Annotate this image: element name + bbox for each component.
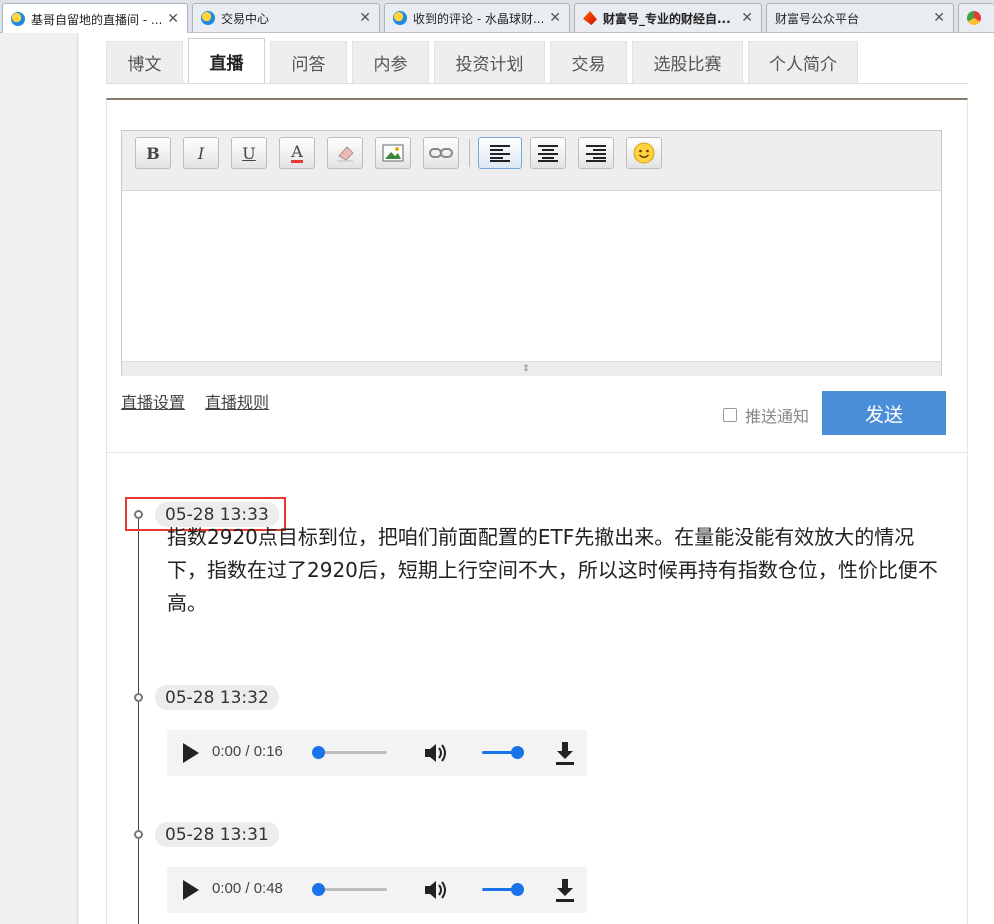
volume-slider[interactable] [482, 746, 524, 759]
tab-live[interactable]: 直播 [188, 38, 265, 83]
timeline-dot [134, 693, 143, 702]
ie-icon [11, 12, 25, 26]
eraser-icon [337, 146, 354, 162]
browser-tab[interactable]: 财富号_专业的财经自... ✕ [574, 3, 762, 32]
bold-button[interactable]: B [135, 137, 171, 169]
close-icon[interactable]: ✕ [549, 10, 561, 26]
audio-seek-bar[interactable] [312, 883, 387, 896]
browser-tab-strip: 基哥自留地的直播间 - ... ✕ 交易中心 ✕ 收到的评论 - 水晶球财...… [0, 0, 994, 51]
align-left-button[interactable] [478, 137, 522, 169]
browser-tab[interactable]: 收到的评论 - 水晶球财... ✕ [384, 3, 570, 32]
post-timestamp: 05-28 13:32 [155, 685, 279, 710]
underline-button[interactable]: U [231, 137, 267, 169]
link-icon [429, 148, 453, 158]
align-left-icon [490, 145, 510, 162]
close-icon[interactable]: ✕ [359, 10, 371, 26]
push-notify-option[interactable]: 推送通知 [723, 403, 809, 427]
align-right-button[interactable] [578, 137, 614, 169]
tab-profile[interactable]: 个人简介 [748, 41, 858, 83]
download-icon[interactable] [555, 877, 575, 903]
image-icon [382, 144, 404, 162]
audio-player: 0:00 / 0:16 [167, 730, 587, 776]
live-rules-link[interactable]: 直播规则 [205, 389, 269, 413]
left-gutter [0, 33, 78, 924]
divider [107, 452, 967, 453]
push-notify-checkbox[interactable] [723, 408, 737, 422]
chrome-icon [967, 11, 981, 25]
editor-resize-handle[interactable]: ⇕ [122, 361, 941, 376]
seek-knob[interactable] [312, 883, 325, 896]
tab-trade[interactable]: 交易 [550, 41, 627, 83]
close-icon[interactable]: ✕ [933, 10, 945, 26]
browser-tab[interactable]: 交易中心 ✕ [192, 3, 380, 32]
seek-knob[interactable] [312, 746, 325, 759]
browser-tab-title: 基哥自留地的直播间 - ... [31, 12, 162, 27]
timeline-line [138, 513, 139, 924]
resize-grip-icon: ⇕ [522, 364, 530, 374]
ie-icon [393, 11, 407, 25]
ie-icon [201, 11, 215, 25]
eraser-button[interactable] [327, 137, 363, 169]
insert-image-button[interactable] [375, 137, 411, 169]
tab-stock-contest[interactable]: 选股比赛 [632, 41, 743, 83]
audio-time: 0:00 / 0:48 [212, 880, 283, 897]
insert-link-button[interactable] [423, 137, 459, 169]
close-icon[interactable]: ✕ [741, 10, 753, 26]
volume-slider[interactable] [482, 883, 524, 896]
editor-toolbar: B I U A [122, 131, 941, 191]
italic-button[interactable]: I [183, 137, 219, 169]
toolbar-separator [469, 139, 470, 167]
close-icon[interactable]: ✕ [167, 11, 179, 27]
align-center-icon [538, 145, 558, 162]
tab-underline [106, 83, 968, 84]
push-notify-label: 推送通知 [745, 407, 810, 426]
timeline-dot [134, 830, 143, 839]
editor-links: 直播设置 直播规则 [121, 389, 269, 413]
tab-qa[interactable]: 问答 [270, 41, 347, 83]
live-settings-link[interactable]: 直播设置 [121, 389, 185, 413]
browser-tab-title: 财富号公众平台 [775, 11, 860, 26]
browser-tab-title: 财富号_专业的财经自... [603, 11, 731, 26]
post-timestamp: 05-28 13:31 [155, 822, 279, 847]
browser-tab-title: 收到的评论 - 水晶球财... [413, 11, 544, 26]
audio-seek-bar[interactable] [312, 746, 387, 759]
play-icon[interactable] [183, 743, 199, 763]
brand-icon [583, 11, 597, 25]
tab-insider[interactable]: 内参 [352, 41, 429, 83]
browser-tab[interactable]: 基哥自留地的直播间 - ... ✕ [2, 3, 188, 34]
tab-investment-plan[interactable]: 投资计划 [434, 41, 545, 83]
font-color-button[interactable]: A [279, 137, 315, 169]
emoji-button[interactable] [626, 137, 662, 169]
audio-time: 0:00 / 0:16 [212, 743, 283, 760]
rich-text-editor: B I U A ⇕ [121, 130, 942, 376]
volume-knob[interactable] [511, 883, 524, 896]
play-icon[interactable] [183, 880, 199, 900]
align-right-icon [586, 145, 606, 162]
font-color-icon: A [291, 141, 303, 163]
site-tabs: 博文 直播 问答 内参 投资计划 交易 选股比赛 个人简介 [106, 38, 863, 83]
page-content: 博文 直播 问答 内参 投资计划 交易 选股比赛 个人简介 B I U A ⇕ … [79, 33, 994, 924]
volume-knob[interactable] [511, 746, 524, 759]
volume-icon[interactable] [423, 741, 449, 765]
send-button[interactable]: 发送 [822, 391, 946, 435]
audio-player: 0:00 / 0:48 [167, 867, 587, 913]
smiley-icon [633, 142, 655, 164]
browser-tab[interactable]: Q [958, 3, 994, 32]
align-center-button[interactable] [530, 137, 566, 169]
editor-text-area[interactable] [122, 191, 941, 361]
tab-blog[interactable]: 博文 [106, 41, 183, 83]
download-icon[interactable] [555, 740, 575, 766]
volume-icon[interactable] [423, 878, 449, 902]
live-panel: B I U A ⇕ 直播设置 直播规则 推送通知 发送 05-28 13:33 … [106, 98, 968, 924]
browser-tab-title: 交易中心 [221, 11, 270, 26]
post-text: 指数2920点目标到位，把咱们前面配置的ETF先撤出来。在量能没能有效放大的情况… [167, 525, 938, 615]
browser-tab[interactable]: 财富号公众平台 ✕ [766, 3, 954, 51]
